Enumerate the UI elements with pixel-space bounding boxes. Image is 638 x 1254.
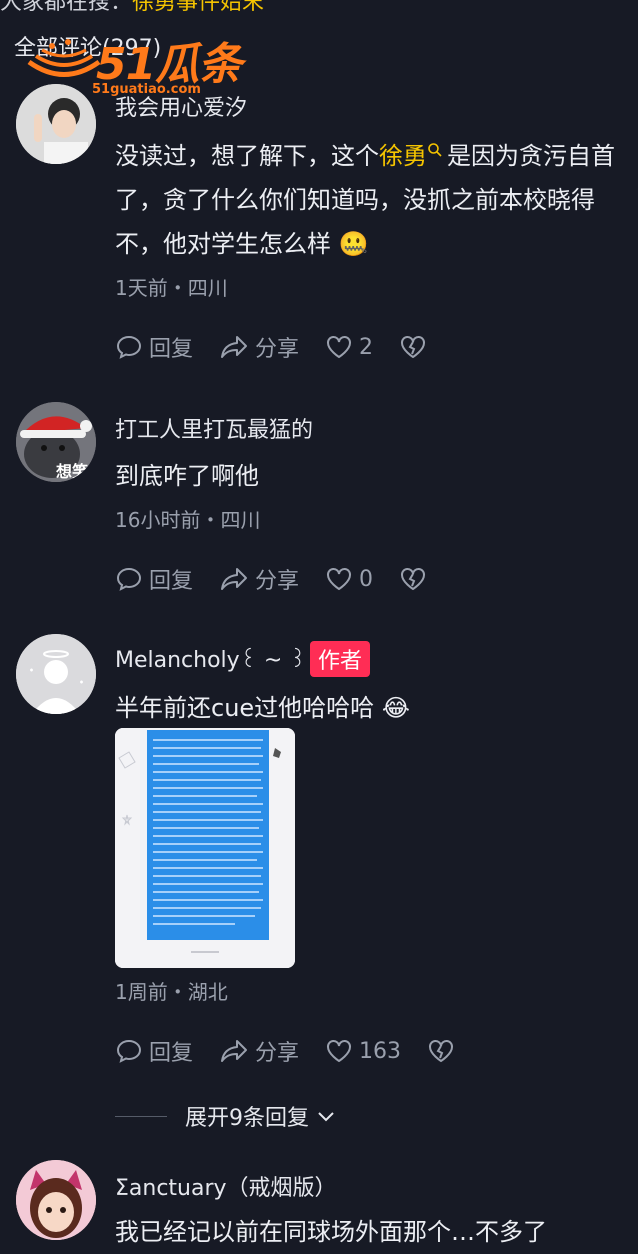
comment-keyword-link[interactable]: 徐勇 xyxy=(379,142,427,170)
comment-username[interactable]: Σanctuary（戒烟版） xyxy=(115,1170,337,1202)
reply-label: 回复 xyxy=(149,569,194,594)
reply-icon xyxy=(116,567,142,591)
broken-heart-icon xyxy=(401,336,426,359)
avatar[interactable] xyxy=(16,1160,96,1240)
share-icon xyxy=(221,1040,248,1062)
avatar-caption: 想笑 xyxy=(56,462,89,481)
search-suggestion-prefix: 大家都在搜： xyxy=(0,0,133,15)
comment-text: 半年前还cue过他哈哈哈 😂 xyxy=(115,686,615,730)
comment-actions: 回复 分享 2 xyxy=(115,331,459,363)
comment-meta: 1天前・四川 xyxy=(115,276,228,300)
comment-meta: 1周前・湖北 xyxy=(115,980,228,1004)
emoji: 😂 xyxy=(381,694,410,722)
expand-replies-label: 展开9条回复 xyxy=(185,1106,309,1131)
heart-icon xyxy=(327,1040,352,1063)
dislike-button[interactable] xyxy=(399,333,433,361)
comment-username[interactable]: 打工人里打瓦最猛的 xyxy=(115,412,313,444)
author-badge: 作者 xyxy=(310,641,371,677)
reply-icon xyxy=(116,335,142,359)
share-button[interactable]: 分享 xyxy=(219,563,299,595)
heart-icon xyxy=(327,568,352,591)
dislike-button[interactable] xyxy=(399,565,433,593)
heart-icon xyxy=(327,336,352,359)
reply-icon xyxy=(116,1039,142,1063)
like-button[interactable]: 0 xyxy=(325,565,373,593)
divider xyxy=(115,1115,167,1117)
reply-label: 回复 xyxy=(149,337,194,362)
share-button[interactable]: 分享 xyxy=(219,1035,299,1067)
share-label: 分享 xyxy=(255,337,300,362)
reply-button[interactable]: 回复 xyxy=(115,563,193,595)
share-label: 分享 xyxy=(255,569,300,594)
share-button[interactable]: 分享 xyxy=(219,331,299,363)
comment-text-part: 半年前还cue过他哈哈哈 xyxy=(115,694,375,722)
comment-image[interactable] xyxy=(115,728,295,968)
expand-replies-button[interactable]: 展开9条回复 xyxy=(115,1100,337,1132)
broken-heart-icon xyxy=(429,1040,454,1063)
comment-actions: 回复 分享 163 xyxy=(115,1035,487,1067)
comment-text-part: 没读过，想了解下，这个 xyxy=(115,142,379,170)
avatar[interactable]: 想笑 xyxy=(16,402,96,482)
comment-meta: 16小时前・四川 xyxy=(115,508,261,532)
comment-text: 我已经记以前在同球场外面那个…不多了 xyxy=(115,1218,547,1246)
comment-username[interactable]: Melancholy꒰ ~ ꒱ xyxy=(115,644,306,673)
comment-actions: 回复 分享 0 xyxy=(115,563,459,595)
like-button[interactable]: 2 xyxy=(325,333,373,361)
share-icon xyxy=(221,568,248,590)
broken-heart-icon xyxy=(401,568,426,591)
search-suggestion-keyword[interactable]: 徐勇事件始末 xyxy=(132,0,264,15)
reply-button[interactable]: 回复 xyxy=(115,1035,193,1067)
comment-text: 没读过，想了解下，这个徐勇 是因为贪污自首了，贪了什么你们知道吗，没抓之前本校晓得… xyxy=(115,134,615,266)
screenshot-image xyxy=(115,728,295,968)
reply-button[interactable]: 回复 xyxy=(115,331,193,363)
dislike-button[interactable] xyxy=(427,1037,461,1065)
like-count: 2 xyxy=(359,334,374,360)
reply-label: 回复 xyxy=(149,1041,194,1066)
share-icon xyxy=(221,336,248,358)
avatar[interactable] xyxy=(16,84,96,164)
share-label: 分享 xyxy=(255,1041,300,1066)
comment-text: 到底咋了啊他 xyxy=(115,462,259,490)
search-suggestion-bar[interactable]: 大家都在搜：徐勇事件始末 xyxy=(0,0,264,16)
like-count: 0 xyxy=(359,566,374,592)
avatar[interactable] xyxy=(16,634,96,714)
search-icon[interactable] xyxy=(427,142,443,158)
emoji: 🤐 xyxy=(338,230,369,258)
comment-username[interactable]: 我会用心爱汐 xyxy=(115,90,247,122)
like-button[interactable]: 163 xyxy=(325,1037,401,1065)
like-count: 163 xyxy=(359,1038,402,1064)
chevron-down-icon xyxy=(318,1112,334,1122)
